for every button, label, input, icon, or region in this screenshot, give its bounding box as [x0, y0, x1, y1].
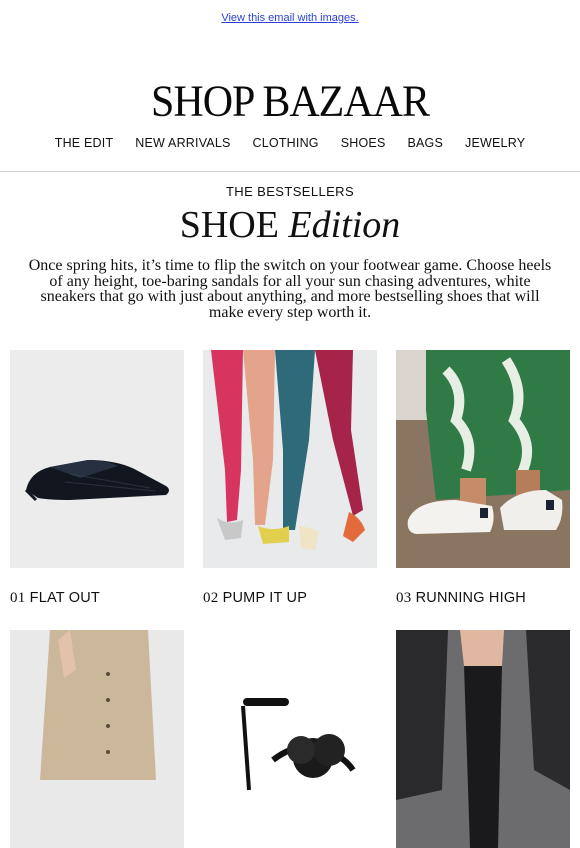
- title-main: SHOE: [179, 204, 279, 246]
- nav-item-clothing[interactable]: CLOTHING: [253, 136, 319, 150]
- product-card-running-high[interactable]: 03 RUNNING HIGH: [396, 350, 570, 607]
- product-card-flat-out[interactable]: 01 FLAT OUT: [10, 350, 184, 607]
- intro-paragraph: Once spring hits, it’s time to flip the …: [28, 257, 552, 321]
- product-label: RUNNING HIGH: [415, 590, 526, 606]
- brand-logo[interactable]: SHOP BAZAAR: [0, 77, 580, 127]
- product-card-6[interactable]: [396, 630, 570, 848]
- nav-item-new-arrivals[interactable]: NEW ARRIVALS: [135, 136, 230, 150]
- nav-item-jewelry[interactable]: JEWELRY: [465, 136, 525, 150]
- product-label: PUMP IT UP: [222, 590, 308, 606]
- divider: [0, 171, 580, 172]
- product-caption[interactable]: 01 FLAT OUT: [10, 590, 184, 607]
- product-number: 01: [10, 590, 26, 606]
- product-label: FLAT OUT: [29, 590, 100, 606]
- product-number: 02: [203, 590, 219, 606]
- product-number: 03: [396, 590, 412, 606]
- page-title: SHOE Edition: [0, 203, 580, 247]
- nav-item-the-edit[interactable]: THE EDIT: [55, 136, 114, 150]
- product-caption[interactable]: 02 PUMP IT UP: [203, 590, 377, 607]
- title-italic: Edition: [288, 204, 401, 246]
- nav-item-shoes[interactable]: SHOES: [341, 136, 386, 150]
- product-card-5[interactable]: [203, 630, 377, 848]
- feather-sandal-image[interactable]: [203, 630, 377, 848]
- sheer-socks-image[interactable]: [396, 630, 570, 848]
- product-card-4[interactable]: [10, 630, 184, 848]
- main-nav: THE EDIT NEW ARRIVALS CLOTHING SHOES BAG…: [0, 136, 580, 150]
- white-sneakers-image[interactable]: [396, 350, 570, 568]
- product-card-pump-it-up[interactable]: 02 PUMP IT UP: [203, 350, 377, 607]
- colored-tights-pumps-image[interactable]: [203, 350, 377, 568]
- midi-skirt-image[interactable]: [10, 630, 184, 848]
- view-in-browser-link[interactable]: View this email with images.: [0, 12, 580, 24]
- section-kicker: THE BESTSELLERS: [225, 184, 355, 199]
- nav-item-bags[interactable]: BAGS: [407, 136, 443, 150]
- woven-flat-shoe-image[interactable]: [10, 350, 184, 568]
- product-caption[interactable]: 03 RUNNING HIGH: [396, 590, 570, 607]
